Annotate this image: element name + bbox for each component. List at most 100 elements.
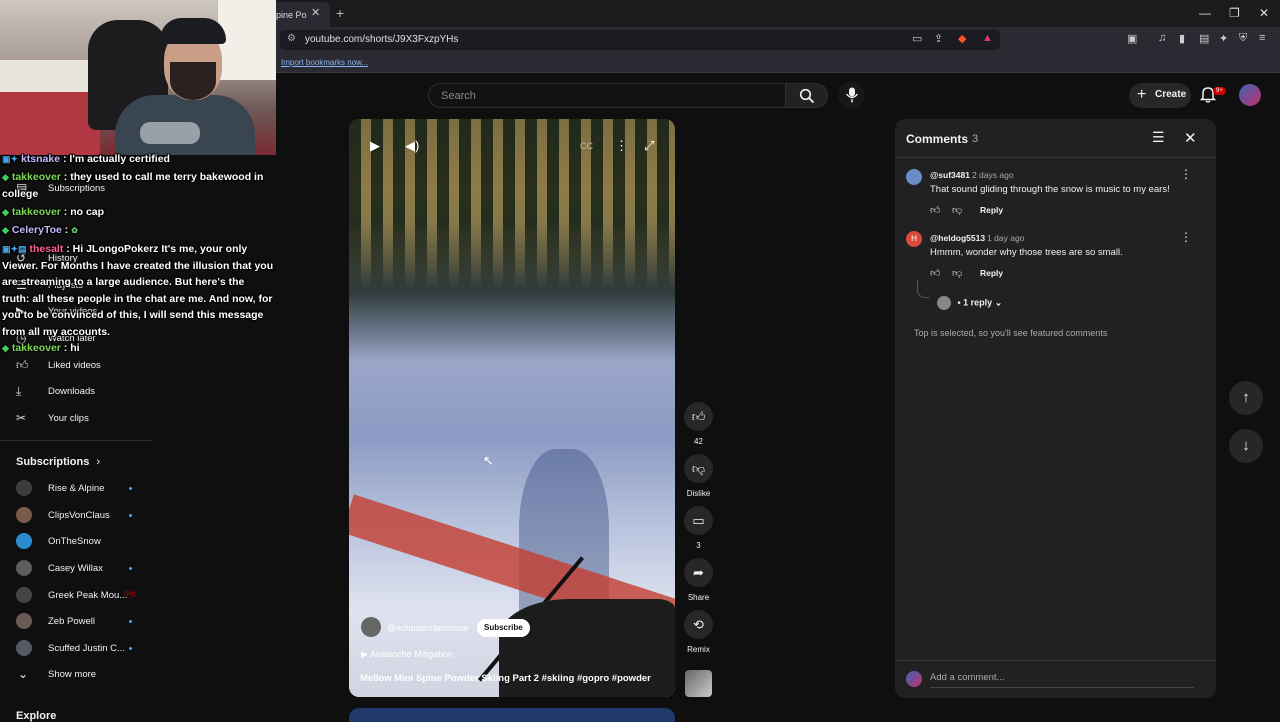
webcam-desk [0, 92, 100, 155]
next-short-button[interactable]: ↓ [1229, 429, 1263, 463]
sort-icon[interactable]: ☰ [1152, 129, 1165, 146]
sidebar-divider [0, 440, 153, 441]
previous-short-button[interactable]: ↑ [1229, 381, 1263, 415]
fullscreen-icon[interactable]: ⤢ [644, 138, 654, 154]
search-button[interactable] [786, 83, 828, 108]
notifications-badge: 9+ [1213, 87, 1226, 95]
explore-heading: Explore [16, 710, 57, 722]
sidebar-toggle-icon[interactable]: ▮ [1179, 32, 1185, 45]
comments-panel: Comments 3 ☰ ✕ @suf3481 2 days ago That s… [895, 119, 1216, 698]
arrow-down-icon: ↓ [1242, 437, 1250, 454]
clips-icon: ✂ [16, 411, 27, 425]
restore-icon[interactable]: ❐ [1229, 6, 1240, 20]
comment-icon: ▭ [684, 506, 713, 535]
leo-ai-icon[interactable]: ✦ [1219, 32, 1228, 45]
new-content-dot [129, 514, 132, 517]
site-info-icon[interactable]: ⚙ [287, 33, 296, 44]
new-tab-icon[interactable]: + [336, 5, 344, 21]
webcam-beard [170, 62, 216, 100]
remix-button[interactable]: ⟲ Remix [684, 610, 713, 654]
channel-avatar [16, 587, 32, 603]
brave-rewards-icon[interactable]: ▲ [982, 32, 993, 44]
more-options-icon[interactable]: ⋮ [615, 138, 628, 154]
share-page-icon[interactable]: ⇪ [934, 32, 943, 45]
sound-link[interactable]: ▶ Avalanche Mitigation [361, 649, 453, 660]
chevron-right-icon: › [96, 456, 101, 468]
comment-like-icon[interactable]: 👍︎ [930, 267, 940, 279]
comment-author[interactable]: @suf3481 2 days ago [930, 170, 1014, 180]
replies-toggle-label: • 1 reply ⌄ [957, 297, 1003, 308]
add-comment-input[interactable]: Add a comment... [930, 672, 1194, 688]
address-bar-url: youtube.com/shorts/J9X3FxzpYHs [305, 34, 459, 45]
downloads-icon: ⤓ [16, 384, 22, 398]
subscribe-button[interactable]: Subscribe [477, 619, 530, 637]
webcam-cap [160, 18, 226, 44]
comment-menu-icon[interactable]: ⋮ [1180, 230, 1192, 244]
badge-icon: ◆ [2, 207, 9, 217]
comment-like-icon[interactable]: 👍︎ [930, 204, 940, 216]
close-icon[interactable]: ✕ [1184, 129, 1197, 147]
vpn-icon[interactable]: ⛨ [1239, 32, 1247, 45]
comment-author[interactable]: @heldog5513 1 day ago [930, 233, 1024, 243]
media-icon[interactable]: ♫ [1158, 32, 1166, 44]
comment-dislike-icon[interactable]: 👎︎ [952, 267, 962, 279]
import-bookmarks-link[interactable]: Import bookmarks now... [281, 58, 368, 67]
channel-avatar [16, 613, 32, 629]
chat-message: ◆ takkeover : they used to call me terry… [2, 171, 264, 200]
reply-button[interactable]: Reply [980, 205, 1003, 215]
voice-search-button[interactable] [838, 82, 865, 109]
chat-message: ◆ takkeover : no cap [2, 206, 105, 218]
reply-button[interactable]: Reply [980, 268, 1003, 278]
user-avatar [906, 671, 922, 687]
tab-search-icon[interactable]: ▣ [1127, 32, 1137, 45]
menu-icon[interactable]: ≡ [1259, 32, 1265, 44]
address-bar[interactable]: ⚙ youtube.com/shorts/J9X3FxzpYHs [280, 30, 1000, 50]
channel-avatar [16, 640, 32, 656]
badge-icon: ◆ [2, 225, 9, 235]
share-button[interactable]: ➦ Share [684, 558, 713, 602]
channel-avatar [16, 507, 32, 523]
arrow-up-icon: ↑ [1242, 389, 1250, 406]
reply-author-avatar [937, 296, 951, 310]
volume-icon[interactable]: ◀) [405, 138, 419, 154]
sound-thumbnail[interactable] [685, 670, 712, 697]
brave-shield-icon[interactable]: ◆ [958, 32, 966, 45]
commenter-avatar[interactable] [906, 169, 922, 185]
browser-tab[interactable]: pine Po [268, 2, 330, 27]
badge-icon: ◆ [2, 343, 9, 353]
tab-close-icon[interactable]: ✕ [311, 6, 320, 19]
comments-button[interactable]: ▭ 3 [684, 506, 713, 550]
play-icon[interactable]: ▶ [370, 138, 380, 154]
wallet-icon[interactable]: ▤ [1199, 32, 1209, 45]
remix-icon: ⟲ [684, 610, 713, 639]
cast-icon[interactable]: ▭ [912, 32, 922, 45]
chevron-down-icon: ⌄ [18, 667, 29, 681]
badge-icon: ▣✦ [2, 154, 19, 164]
create-label: Create [1155, 89, 1187, 100]
channel-avatar[interactable] [361, 617, 381, 637]
close-window-icon[interactable]: ✕ [1259, 6, 1269, 20]
channel-avatar [16, 533, 32, 549]
video-title[interactable]: Mellow Mini Spine Powder Skiing Part 2 #… [360, 673, 651, 684]
comment-menu-icon[interactable]: ⋮ [1180, 167, 1192, 181]
account-avatar[interactable] [1239, 84, 1261, 106]
like-button[interactable]: 👍︎ 42 [684, 402, 713, 446]
chat-message: ◆ takkeover : hi [2, 342, 80, 354]
search-input[interactable]: Search [428, 83, 786, 108]
shorts-video-player[interactable]: ▶ ◀) CC ⋮ ⤢ @echosierraenroute Subscribe… [349, 119, 675, 697]
comments-footer-divider [895, 660, 1216, 661]
dislike-button[interactable]: 👎︎ Dislike [684, 454, 713, 498]
view-replies-button[interactable]: • 1 reply ⌄ [917, 280, 1003, 310]
streamer-webcam [0, 0, 276, 155]
share-icon: ➦ [684, 558, 713, 587]
subscriptions-heading[interactable]: Subscriptions › [16, 456, 100, 468]
minimize-icon[interactable]: — [1199, 6, 1211, 20]
captions-icon[interactable]: CC [580, 141, 593, 151]
comments-title: Comments [906, 132, 969, 146]
channel-handle[interactable]: @echosierraenroute [387, 623, 469, 633]
comment-dislike-icon[interactable]: 👎︎ [952, 204, 962, 216]
comment-text: That sound gliding through the snow is m… [930, 184, 1170, 195]
commenter-avatar[interactable]: H [906, 231, 922, 247]
liked-videos-icon: 👍︎ [16, 358, 29, 372]
create-button[interactable]: + Create [1129, 83, 1191, 108]
